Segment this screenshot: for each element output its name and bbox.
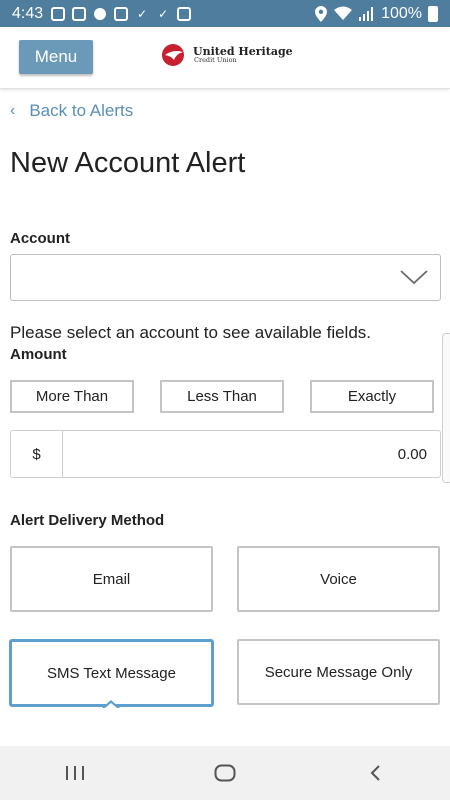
logo-mark-icon <box>162 44 184 66</box>
notification-icons: ✓ ✓ <box>51 6 192 21</box>
system-status-icons: 100% <box>315 5 438 23</box>
selected-caret-icon <box>102 700 120 708</box>
more-than-button[interactable]: More Than <box>10 380 134 413</box>
recent-apps-button[interactable] <box>45 753 105 793</box>
exactly-button[interactable]: Exactly <box>310 380 434 413</box>
mail-icon <box>72 6 87 21</box>
location-icon <box>315 5 328 22</box>
close-box-icon <box>177 6 192 21</box>
app-header: Menu United Heritage Credit Union <box>0 27 450 89</box>
back-to-alerts-link[interactable]: ‹ Back to Alerts <box>10 101 133 121</box>
battery-percent: 100% <box>381 4 422 22</box>
voice-delivery-button[interactable]: Voice <box>237 546 440 612</box>
currency-prefix: $ <box>11 431 63 477</box>
scrollbar-handle[interactable] <box>442 333 450 483</box>
back-icon <box>370 765 380 781</box>
less-than-button[interactable]: Less Than <box>160 380 284 413</box>
sms-delivery-button[interactable]: SMS Text Message <box>9 639 214 707</box>
email-delivery-button[interactable]: Email <box>10 546 213 612</box>
home-button[interactable] <box>195 753 255 793</box>
secure-message-delivery-button[interactable]: Secure Message Only <box>237 639 440 705</box>
back-link-label: Back to Alerts <box>29 101 134 120</box>
account-select[interactable] <box>10 254 441 301</box>
recent-apps-icon <box>66 766 84 780</box>
check-icon: ✓ <box>137 6 148 21</box>
amount-input[interactable] <box>63 431 440 477</box>
circle-notification-icon <box>93 7 107 21</box>
image-icon <box>114 6 129 21</box>
delivery-method-label: Alert Delivery Method <box>10 512 165 529</box>
amount-field-group: $ <box>10 430 441 478</box>
wifi-icon <box>334 6 353 20</box>
home-icon <box>214 764 236 782</box>
united-heritage-logo: United Heritage Credit Union <box>161 43 293 67</box>
chevron-down-icon <box>400 270 428 285</box>
amount-label: Amount <box>10 346 67 363</box>
status-bar: 4:43 ✓ ✓ 100% <box>0 0 450 27</box>
system-nav-bar <box>0 746 450 800</box>
battery-icon <box>428 5 438 22</box>
account-label: Account <box>10 230 70 247</box>
gmail-icon <box>51 6 66 21</box>
check-icon: ✓ <box>158 6 169 21</box>
logo-subtitle: Credit Union <box>194 56 237 65</box>
menu-button[interactable]: Menu <box>19 40 93 74</box>
back-button[interactable] <box>345 753 405 793</box>
page-title: New Account Alert <box>10 147 246 179</box>
chevron-left-icon: ‹ <box>10 102 16 119</box>
signal-icon <box>359 6 374 21</box>
account-help-text: Please select an account to see availabl… <box>10 323 372 342</box>
status-time: 4:43 <box>12 4 44 22</box>
